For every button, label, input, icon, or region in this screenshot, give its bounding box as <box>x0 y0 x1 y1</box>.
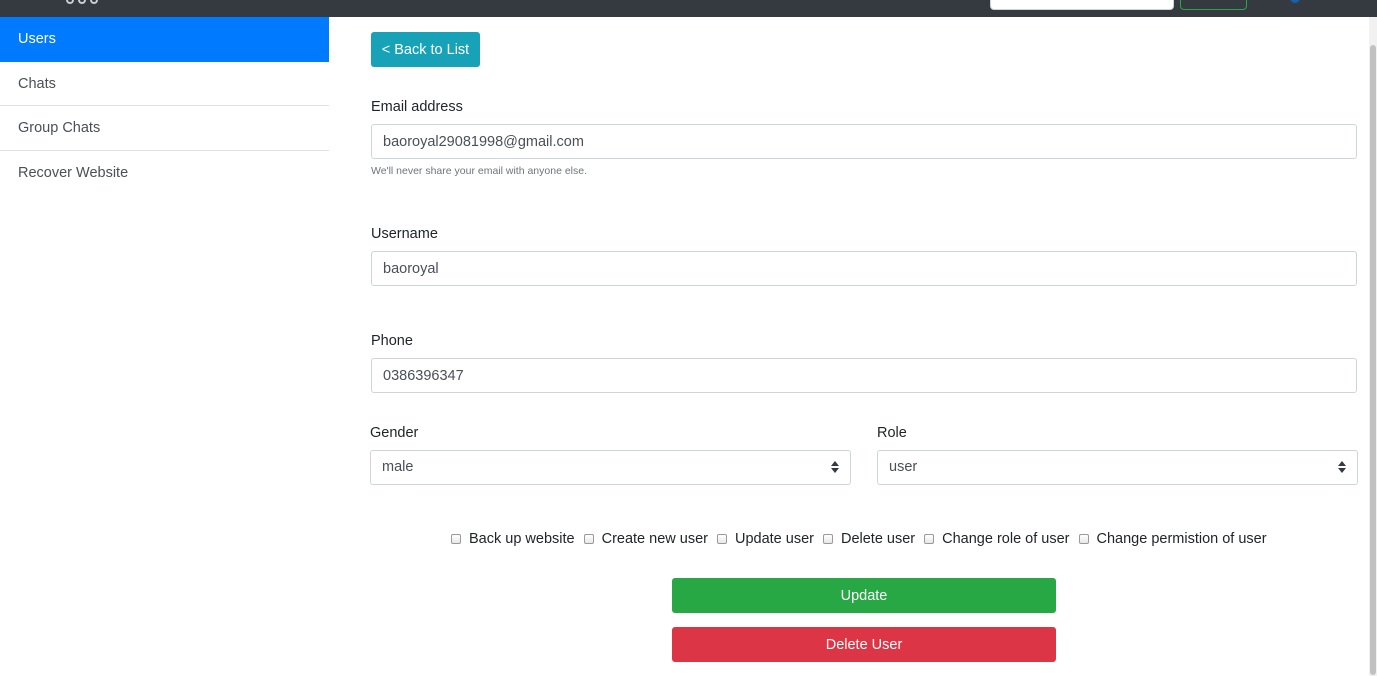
gender-selected-value: male <box>382 459 414 475</box>
username-field[interactable] <box>371 251 1357 286</box>
permission-change-permission[interactable]: Change permistion of user <box>1078 531 1267 547</box>
permission-label: Change permistion of user <box>1096 531 1267 547</box>
sidebar-item-recover-website[interactable]: Recover Website <box>0 151 329 196</box>
page-scrollbar[interactable] <box>1369 17 1377 676</box>
role-label: Role <box>877 425 907 441</box>
sidebar-item-group-chats[interactable]: Group Chats <box>0 106 329 151</box>
phone-field[interactable] <box>371 358 1357 393</box>
email-label: Email address <box>371 99 463 115</box>
top-navbar <box>0 0 1377 17</box>
role-select[interactable]: user <box>877 450 1358 485</box>
permission-backup-website[interactable]: Back up website <box>451 531 575 547</box>
permission-label: Change role of user <box>942 531 1070 547</box>
permission-create-user[interactable]: Create new user <box>583 531 708 547</box>
sidebar: Users Chats Group Chats Recover Website <box>0 17 329 676</box>
username-label: Username <box>371 226 438 242</box>
permission-label: Create new user <box>601 531 708 547</box>
role-selected-value: user <box>889 459 918 475</box>
permission-update-user[interactable]: Update user <box>716 531 814 547</box>
email-help-text: We'll never share your email with anyone… <box>371 165 587 177</box>
sidebar-item-chats[interactable]: Chats <box>0 62 329 106</box>
navbar-search-input[interactable] <box>990 0 1174 10</box>
email-field[interactable] <box>371 124 1357 159</box>
brand-logo-fragment <box>66 0 100 4</box>
permission-label: Update user <box>734 531 814 547</box>
permission-change-role[interactable]: Change role of user <box>924 531 1070 547</box>
navbar-search-button[interactable] <box>1180 0 1247 10</box>
back-to-list-button[interactable]: < Back to List <box>371 32 480 67</box>
permission-label: Delete user <box>840 531 916 547</box>
gender-select[interactable]: male <box>370 450 851 485</box>
delete-user-button[interactable]: Delete User <box>672 627 1056 662</box>
scrollbar-thumb[interactable] <box>1370 45 1376 675</box>
sidebar-item-users[interactable]: Users <box>0 17 329 62</box>
gender-label: Gender <box>370 425 419 441</box>
select-caret-icon <box>1338 461 1346 473</box>
checkbox[interactable] <box>716 534 727 544</box>
checkbox[interactable] <box>924 534 935 544</box>
user-edit-form: < Back to List Email address We'll never… <box>329 17 1369 676</box>
checkbox[interactable] <box>1078 534 1089 544</box>
checkbox[interactable] <box>451 534 461 544</box>
permission-label: Back up website <box>469 531 575 547</box>
permission-delete-user[interactable]: Delete user <box>822 531 916 547</box>
navbar-user-icon[interactable] <box>1290 0 1300 3</box>
update-button[interactable]: Update <box>672 578 1056 613</box>
checkbox[interactable] <box>583 534 594 544</box>
checkbox[interactable] <box>822 534 833 544</box>
select-caret-icon <box>831 461 839 473</box>
phone-label: Phone <box>371 333 413 349</box>
permissions-checkbox-group: Back up website Create new user Update u… <box>451 529 1267 549</box>
